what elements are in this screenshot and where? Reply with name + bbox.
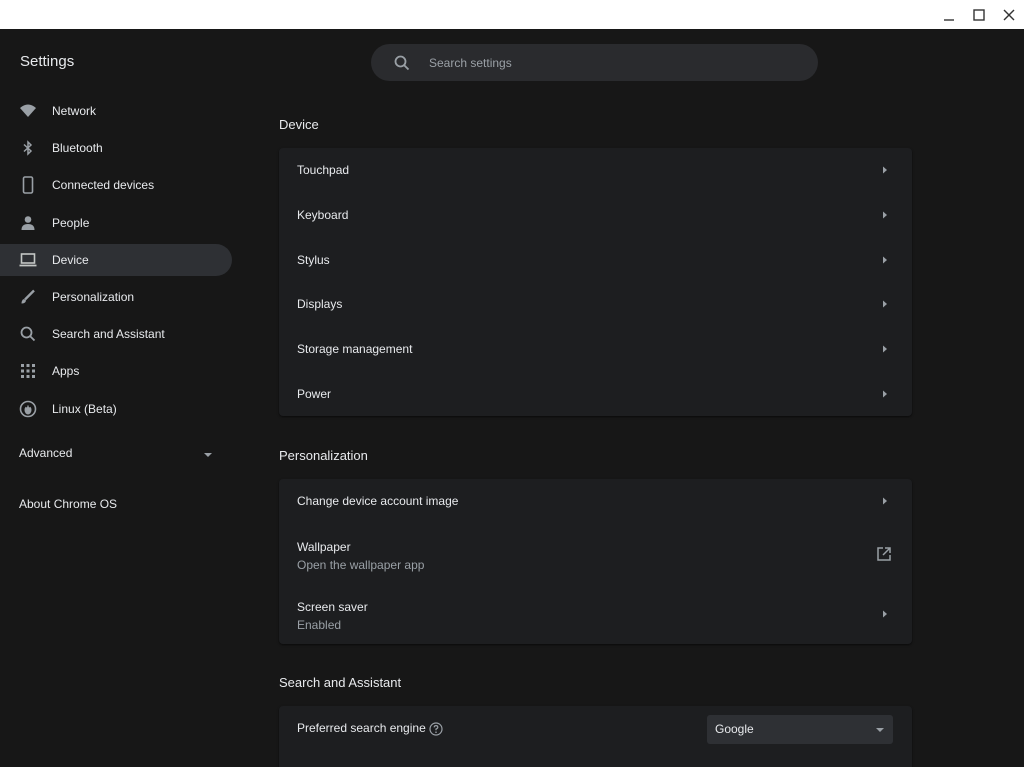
wallpaper-row[interactable]: Wallpaper Open the wallpaper app bbox=[279, 524, 912, 584]
laptop-icon bbox=[19, 252, 37, 267]
phone-icon bbox=[22, 176, 34, 195]
bluetooth-icon bbox=[23, 140, 33, 156]
sidebar-item-apps[interactable]: Apps bbox=[0, 355, 232, 387]
stylus-row[interactable]: Stylus bbox=[279, 237, 912, 282]
minimize-button[interactable] bbox=[938, 4, 960, 26]
sidebar-nav: Network Bluetooth Connected devices Peop… bbox=[0, 95, 232, 430]
search-icon bbox=[394, 55, 410, 71]
row-label: Touchpad bbox=[297, 163, 350, 178]
device-card: Touchpad Keyboard Stylus Displays Storag… bbox=[279, 148, 912, 416]
about-chrome-os-link[interactable]: About Chrome OS bbox=[0, 490, 232, 520]
storage-management-row[interactable]: Storage management bbox=[279, 327, 912, 372]
brush-icon bbox=[21, 289, 35, 304]
device-section-title: Device bbox=[279, 117, 319, 132]
sidebar-item-device[interactable]: Device bbox=[0, 243, 232, 276]
row-label: Keyboard bbox=[297, 208, 349, 223]
wifi-icon bbox=[20, 104, 36, 117]
sidebar-item-linux[interactable]: Linux (Beta) bbox=[0, 393, 232, 425]
search-engine-dropdown[interactable]: Google bbox=[707, 715, 893, 744]
sidebar-item-personalization[interactable]: Personalization bbox=[0, 281, 232, 313]
sidebar-item-label: Search and Assistant bbox=[52, 327, 165, 342]
sidebar-item-label: Network bbox=[52, 104, 97, 118]
row-sublabel: Open the wallpaper app bbox=[297, 557, 425, 572]
row-label: Displays bbox=[297, 297, 343, 312]
sidebar-item-label: Personalization bbox=[52, 289, 135, 304]
minimize-icon bbox=[944, 19, 954, 21]
apps-grid-icon bbox=[21, 364, 35, 379]
settings-app: Settings Network Bluetooth Connected dev… bbox=[0, 29, 1024, 767]
screen-saver-row[interactable]: Screen saver Enabled bbox=[279, 584, 912, 644]
row-label: Preferred search engine bbox=[297, 721, 426, 736]
window-titlebar bbox=[0, 0, 1024, 29]
power-row[interactable]: Power bbox=[279, 371, 912, 416]
sidebar-item-connected-devices[interactable]: Connected devices bbox=[0, 169, 232, 201]
chevron-right-icon bbox=[883, 211, 887, 219]
search-bar[interactable] bbox=[371, 44, 818, 81]
dropdown-arrow-icon bbox=[876, 728, 884, 732]
sidebar-item-label: Bluetooth bbox=[52, 141, 103, 156]
chevron-right-icon bbox=[883, 256, 887, 264]
close-button[interactable] bbox=[998, 4, 1020, 26]
personalization-card: Change device account image Wallpaper Op… bbox=[279, 479, 912, 644]
person-icon bbox=[21, 215, 35, 230]
sidebar-item-people[interactable]: People bbox=[0, 207, 232, 239]
row-label: Wallpaper bbox=[297, 539, 351, 554]
penguin-icon bbox=[19, 400, 37, 417]
search-assistant-section-title: Search and Assistant bbox=[279, 675, 402, 690]
chevron-right-icon bbox=[883, 610, 887, 618]
open-external-icon bbox=[877, 546, 891, 561]
row-sublabel: Enabled bbox=[297, 617, 342, 632]
keyboard-row[interactable]: Keyboard bbox=[279, 193, 912, 238]
chevron-right-icon bbox=[883, 497, 887, 505]
sidebar-item-network[interactable]: Network bbox=[0, 95, 232, 127]
sidebar-item-search-assistant[interactable]: Search and Assistant bbox=[0, 318, 232, 350]
personalization-section-title: Personalization bbox=[279, 448, 368, 463]
displays-row[interactable]: Displays bbox=[279, 282, 912, 327]
maximize-button[interactable] bbox=[968, 4, 990, 26]
chevron-right-icon bbox=[883, 390, 887, 398]
search-input[interactable] bbox=[429, 44, 799, 81]
search-engine-value: Google bbox=[715, 722, 754, 736]
sidebar-item-label: Connected devices bbox=[52, 178, 155, 193]
chevron-right-icon bbox=[883, 345, 887, 353]
row-label: Power bbox=[297, 386, 332, 401]
app-title: Settings bbox=[20, 53, 75, 70]
sidebar-item-label: Device bbox=[52, 252, 89, 267]
row-label: Stylus bbox=[297, 252, 330, 267]
sidebar-item-label: Apps bbox=[52, 364, 80, 379]
chevron-down-icon bbox=[204, 453, 212, 457]
advanced-toggle[interactable]: Advanced bbox=[0, 439, 232, 469]
chevron-right-icon bbox=[883, 166, 887, 174]
sidebar-item-label: Linux (Beta) bbox=[52, 401, 117, 416]
row-label: Screen saver bbox=[297, 599, 368, 614]
sidebar-item-label: People bbox=[52, 215, 90, 230]
maximize-icon bbox=[973, 9, 985, 21]
close-icon bbox=[1003, 9, 1015, 21]
row-label: Change device account image bbox=[297, 494, 459, 509]
touchpad-row[interactable]: Touchpad bbox=[279, 148, 912, 193]
help-icon[interactable] bbox=[429, 722, 443, 736]
chevron-right-icon bbox=[883, 300, 887, 308]
row-label: Storage management bbox=[297, 342, 413, 357]
about-label: About Chrome OS bbox=[19, 497, 118, 511]
account-image-row[interactable]: Change device account image bbox=[279, 479, 912, 524]
search-icon bbox=[20, 326, 36, 342]
sidebar-item-bluetooth[interactable]: Bluetooth bbox=[0, 132, 232, 164]
advanced-label: Advanced bbox=[19, 446, 73, 460]
